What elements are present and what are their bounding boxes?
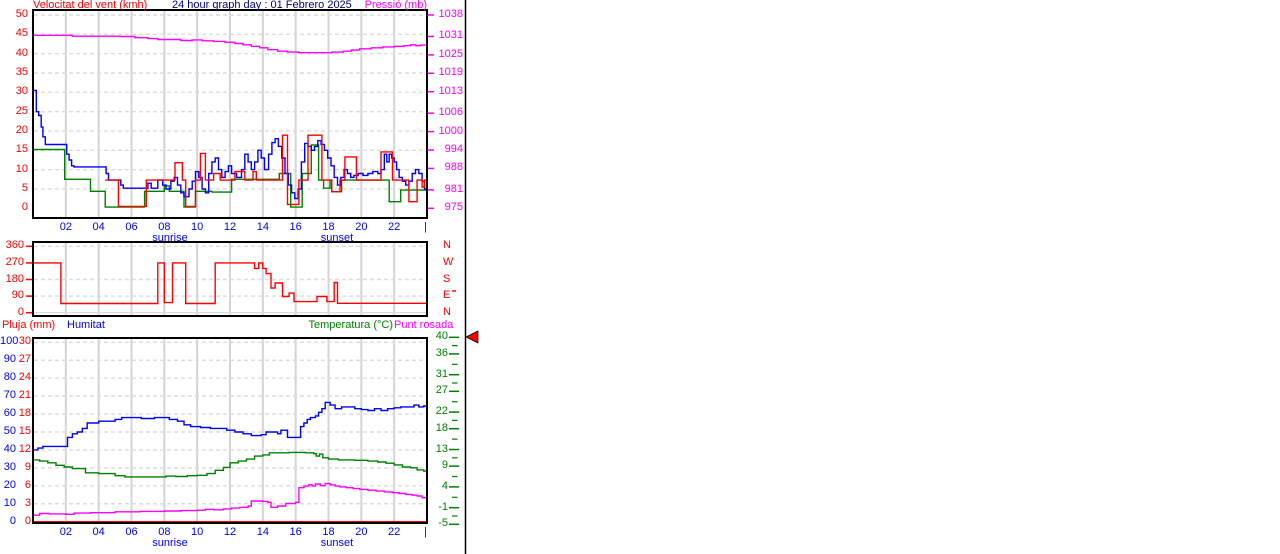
hour-label: 06 [125, 221, 138, 233]
hour-label: 02 [59, 526, 72, 538]
pressure-axis-tick: 1013 [438, 84, 463, 97]
direction-axis-tick: 360 [5, 239, 24, 252]
direction-axis-tick: 180 [5, 272, 24, 285]
humidity-axis-tick: 30 [3, 460, 16, 473]
temperature-axis-tick: 31 [435, 367, 448, 380]
hour-label: 04 [92, 526, 105, 538]
temperature-axis-tick: 36 [435, 346, 448, 359]
wind-axis-tick: 50 [15, 8, 28, 20]
wind-axis-tick: 45 [15, 27, 28, 40]
temperature-axis-tick: 27 [435, 384, 448, 397]
current-value-marker-arrow [465, 330, 479, 344]
pressure-axis-tick: 1006 [438, 106, 463, 119]
temperature-axis-tick: 4 [441, 479, 448, 492]
wind-axis-tick: 0 [21, 201, 28, 214]
rain-axis-tick: 15 [18, 425, 31, 437]
pressure-axis-title: Pressió (mb) [364, 0, 427, 11]
pressure-axis-tick: 994 [444, 143, 463, 155]
humidity-axis-tick: 100 [0, 335, 19, 348]
pressure-axis-tick: 981 [444, 182, 463, 195]
rain-axis-tick: 9 [24, 460, 31, 473]
hour-label: 10 [191, 526, 204, 538]
weather-graph-window: Velocitat del vent (kmh) 24 hour graph d… [0, 0, 1280, 554]
pressure-axis-tick: 1038 [438, 8, 463, 20]
wind-axis-tick: 35 [15, 65, 28, 78]
humidity-axis-tick: 40 [3, 442, 16, 455]
temperature-axis-tick: 22 [435, 405, 448, 418]
rain-axis-tick: 21 [18, 389, 31, 402]
humidity-axis-tick: 70 [3, 389, 16, 402]
temperature-axis-tick: -5 [438, 517, 448, 530]
wind-axis-tick: 30 [15, 85, 28, 98]
axis-end-marker: | [424, 221, 427, 233]
rain-axis-tick: 18 [18, 407, 31, 420]
rain-axis-tick: 12 [18, 442, 31, 455]
compass-axis-tick: N [443, 305, 451, 318]
hour-label: 22 [388, 221, 401, 233]
compass-axis-tick: E [443, 289, 451, 302]
hour-label: 16 [289, 526, 302, 538]
rain-axis-tick: 27 [18, 353, 31, 366]
pressure-axis-tick: 1025 [438, 47, 463, 60]
hour-label: 16 [289, 221, 302, 233]
wind-axis-tick: 25 [15, 104, 28, 117]
hour-label: 04 [92, 221, 105, 233]
wind-axis-tick: 10 [15, 162, 28, 175]
pressure-axis-tick: 988 [444, 161, 463, 174]
temperature-axis-tick: -1 [438, 500, 448, 513]
pressure-axis-tick: 1000 [438, 124, 463, 137]
rain-axis-tick: 24 [18, 371, 31, 384]
wind-axis-tick: 15 [15, 143, 28, 156]
axis-end-marker: | [424, 526, 427, 538]
sunset-label: sunset [320, 232, 354, 244]
temperature-axis-tick: 9 [441, 459, 448, 472]
hour-label: 12 [223, 526, 237, 538]
hour-label: 20 [355, 526, 368, 538]
humidity-axis-tick: 0 [9, 514, 16, 527]
direction-axis-tick: 90 [11, 289, 24, 302]
wind-axis-title: Velocitat del vent (kmh) [33, 0, 148, 11]
hour-label: 10 [191, 221, 204, 233]
wind-axis-tick: 5 [21, 181, 28, 194]
temperature-axis-tick: 18 [435, 421, 448, 434]
temperature-axis-tick: 13 [435, 442, 448, 455]
wind-red-line [105, 134, 426, 208]
hour-label: 14 [256, 526, 269, 538]
hour-label: 20 [355, 221, 368, 233]
sunrise-label: sunrise [152, 232, 188, 244]
rain-axis-title: Pluja (mm) [2, 319, 56, 331]
humidity-axis-title: Humitat [67, 319, 105, 331]
pressure-axis-tick: 975 [444, 201, 463, 214]
wind-axis-tick: 40 [15, 46, 28, 59]
graph-title: 24 hour graph day : 01 Febrero 2025 [172, 0, 352, 11]
hour-label: 12 [223, 221, 237, 233]
rain-axis-tick: 6 [24, 478, 31, 491]
plot-canvas [26, 0, 479, 554]
humidity-axis-tick: 50 [3, 425, 16, 437]
compass-axis-tick: S [443, 272, 451, 285]
rain-axis-tick: 0 [24, 514, 31, 527]
rain-axis-tick: 3 [24, 496, 31, 509]
hour-label: 06 [125, 526, 138, 538]
wind-axis-tick: 20 [15, 123, 28, 136]
humidity-axis-tick: 80 [3, 371, 16, 384]
humidity-axis-tick: 20 [3, 478, 16, 491]
sunset-label: sunset [320, 537, 354, 549]
sunrise-label: sunrise [152, 537, 188, 549]
hour-label: 14 [256, 221, 269, 233]
temperature-axis-tick: 40 [435, 330, 448, 343]
humidity-axis-tick: 10 [3, 496, 16, 509]
humidity-axis-tick: 60 [3, 407, 16, 420]
compass-axis-tick: W [443, 255, 454, 268]
direction-axis-tick: 0 [17, 305, 24, 318]
rain-axis-tick: 30 [18, 335, 31, 348]
humidity-axis-tick: 90 [3, 353, 16, 366]
pressure-axis-tick: 1031 [438, 29, 463, 42]
compass-axis-tick: N [443, 239, 451, 252]
pressure-axis-tick: 1019 [438, 66, 463, 79]
hour-label: 02 [59, 221, 72, 233]
temperature-axis-title: Temperatura (°C) [308, 319, 393, 331]
hour-label: 22 [388, 526, 401, 538]
direction-axis-tick: 270 [5, 255, 24, 268]
